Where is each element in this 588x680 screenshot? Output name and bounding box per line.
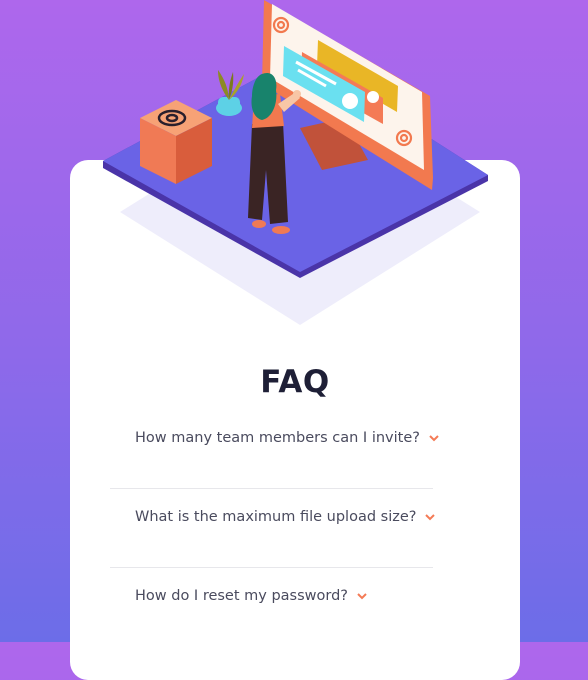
screen-card-orange [301, 52, 383, 124]
screen-dot [367, 91, 379, 103]
faq-question-text: How do I reset my password? [135, 588, 348, 604]
page-title: FAQ [260, 364, 330, 400]
faq-question: What is the maximum file upload size? [135, 509, 435, 525]
at-sign-icon [395, 129, 413, 147]
faq-item[interactable]: How many team members can I invite? [110, 410, 439, 489]
chevron-down-icon [356, 592, 367, 599]
faq-item[interactable]: What is the maximum file upload size? [110, 489, 435, 568]
screen-line [297, 68, 327, 88]
faq-question-text: What is the maximum file upload size? [135, 509, 417, 525]
chevron-down-icon [428, 434, 439, 441]
faq-question: How do I reset my password? [135, 588, 367, 604]
faq-list: How many team members can I invite? What… [110, 410, 439, 646]
faq-question: How many team members can I invite? [135, 430, 439, 446]
chevron-down-icon [425, 513, 435, 520]
at-sign-icon [272, 16, 290, 34]
monitor-screen [270, 4, 424, 170]
screen-dot [342, 93, 358, 109]
screen-card-cyan [283, 46, 365, 122]
faq-item[interactable]: How do I reset my password? [110, 568, 433, 646]
plant-decoration [216, 70, 244, 116]
screen-line [295, 60, 337, 86]
faq-question-text: How many team members can I invite? [135, 430, 420, 446]
screen-card-yellow [317, 40, 398, 112]
